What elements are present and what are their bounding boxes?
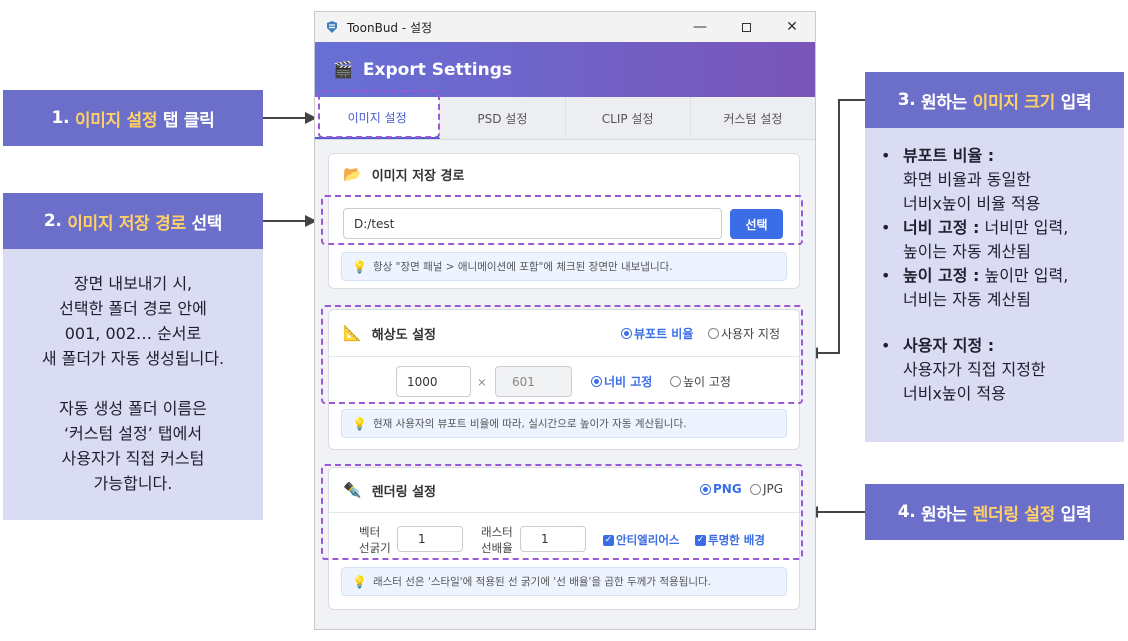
save-path-header: 📂 이미지 저장 경로 [329, 154, 799, 194]
header-title: Export Settings [362, 59, 513, 80]
title-bar: ToonBud - 설정 — ✕ [315, 12, 815, 42]
annotation-2-arrow [263, 220, 307, 222]
annotation-3-arrow-bottom [818, 352, 840, 354]
highlight-resolution [321, 305, 803, 404]
folder-icon: 📂 [343, 165, 362, 183]
desc-line: 자동 생성 폴더 이름은 [59, 399, 207, 418]
maximize-icon[interactable] [723, 12, 769, 42]
tab-psd-settings[interactable]: PSD 설정 [440, 97, 566, 139]
resolution-tip: 💡 현재 사용자의 뷰포트 비율에 따라, 실시간으로 높이가 자동 계산됩니다… [341, 409, 787, 438]
minimize-icon[interactable]: — [677, 12, 723, 42]
annotation-2-title: 2. 이미지 저장 경로 선택 [3, 193, 263, 249]
annotation-2-description: 장면 내보내기 시, 선택한 폴더 경로 안에 001, 002… 순서로 새 … [3, 249, 263, 520]
desc-line [3, 371, 263, 396]
a3-item: • 사용자 지정 : 사용자가 직접 지정한 너비x높이 적용 [881, 336, 1046, 403]
clapperboard-icon: 🎬 [333, 60, 353, 79]
rendering-tip: 💡 래스터 선은 '스타일'에 적용된 선 굵기에 '선 배율'을 곱한 두께가… [341, 567, 787, 596]
save-path-title: 이미지 저장 경로 [371, 168, 465, 184]
annotation-3-arrow-top [838, 99, 865, 101]
annotation-1-arrow [263, 117, 307, 119]
annotation-3-title: 3. 원하는 이미지 크기 입력 [865, 72, 1124, 128]
desc-line: 장면 내보내기 시, [73, 274, 193, 293]
a3-item: • 높이 고정 : 높이만 입력, 너비는 자동 계산됨 [881, 266, 1069, 309]
annotation-3-arrow-v [838, 99, 840, 354]
lightbulb-icon: 💡 [352, 416, 367, 431]
annotation-4-arrow [818, 511, 865, 513]
window-controls: — ✕ [677, 12, 815, 42]
desc-line: 001, 002… 순서로 [64, 324, 202, 343]
tab-custom-settings[interactable]: 커스텀 설정 [691, 97, 815, 139]
app-logo-icon [327, 21, 337, 33]
annotation-4-title: 4. 원하는 렌더링 설정 입력 [865, 484, 1124, 540]
close-icon[interactable]: ✕ [769, 12, 815, 42]
window-title: ToonBud - 설정 [347, 20, 433, 35]
export-header: 🎬 Export Settings [315, 42, 815, 97]
desc-line: 가능합니다. [93, 474, 173, 493]
save-path-tip: 💡 항상 "장면 패널 > 애니메이션에 포함"에 체크된 장면만 내보냅니다. [341, 252, 787, 281]
lightbulb-icon: 💡 [352, 574, 367, 589]
desc-line: ‘커스텀 설정’ 탭에서 [63, 424, 203, 443]
lightbulb-icon: 💡 [352, 259, 367, 274]
a3-item: • 너비 고정 : 너비만 입력, 높이는 자동 계산됨 [881, 218, 1069, 261]
tab-clip-settings[interactable]: CLIP 설정 [566, 97, 691, 139]
annotation-1-title: 1. 이미지 설정 탭 클릭 [3, 90, 263, 146]
desc-line: 새 폴더가 자동 생성됩니다. [41, 349, 225, 368]
annotation-3-description: • 뷰포트 비율 : 화면 비율과 동일한 너비x높이 비율 적용 • 너비 고… [865, 128, 1124, 442]
highlight-image-tab [318, 90, 440, 138]
desc-line: 선택한 폴더 경로 안에 [59, 299, 207, 318]
a3-item: • 뷰포트 비율 : 화면 비율과 동일한 너비x높이 비율 적용 [881, 146, 1041, 213]
highlight-rendering [321, 464, 803, 560]
desc-line: 사용자가 직접 커스텀 [61, 449, 205, 468]
highlight-save-path [321, 195, 803, 245]
